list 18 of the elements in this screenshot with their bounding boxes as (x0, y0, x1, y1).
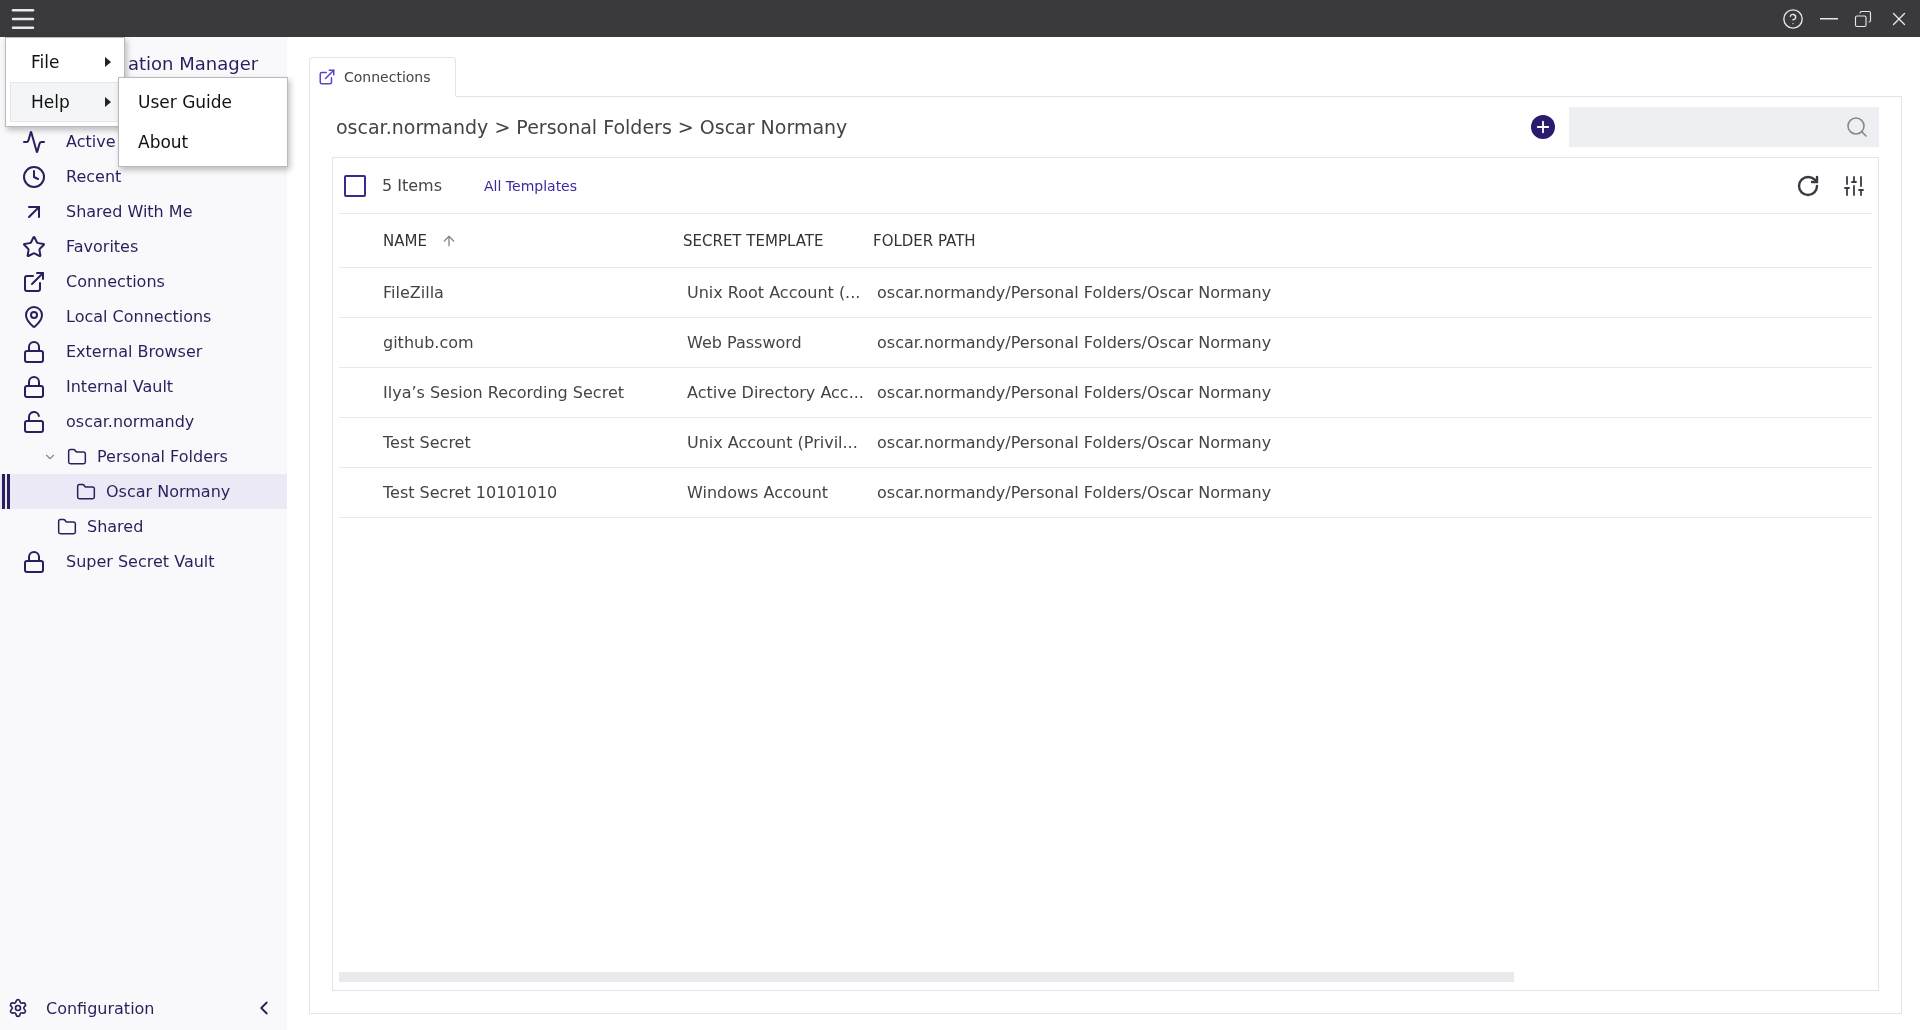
table-cell-text: Active Directory Acc... (686, 383, 865, 402)
table-cell-text: Test Secret (383, 433, 472, 452)
table-cell-text: Web Password (686, 333, 803, 352)
table-cell-text: Test Secret 10101010 (383, 483, 559, 502)
table-cell-text: oscar.normandy/Personal Folders/Oscar Normany (876, 333, 1273, 352)
table-cell-text: github.com (383, 333, 475, 352)
item-count: 5 Items (382, 176, 443, 195)
app-title: ation Manager (128, 53, 259, 75)
table-cell-text: Unix Root Account (... (686, 283, 862, 302)
table-cell-text: Ilya’s Sesion Recording Secret (383, 383, 625, 402)
table-cell-text: Unix Account (Privil... (686, 433, 859, 452)
table-cell-text: oscar.normandy/Personal Folders/Oscar Normany (876, 283, 1273, 302)
breadcrumb: oscar.normandy > Personal Folders > Oscar Normany (335, 116, 848, 138)
table-cell-text: oscar.normandy/Personal Folders/Oscar Normany (876, 483, 1273, 502)
table-cell-text: oscar.normandy/Personal Folders/Oscar Normany (876, 433, 1273, 452)
table-cell-text: oscar.normandy/Personal Folders/Oscar Normany (876, 383, 1273, 402)
table-cell-text: FileZilla (383, 283, 445, 302)
table-cell-text: Windows Account (686, 483, 830, 502)
